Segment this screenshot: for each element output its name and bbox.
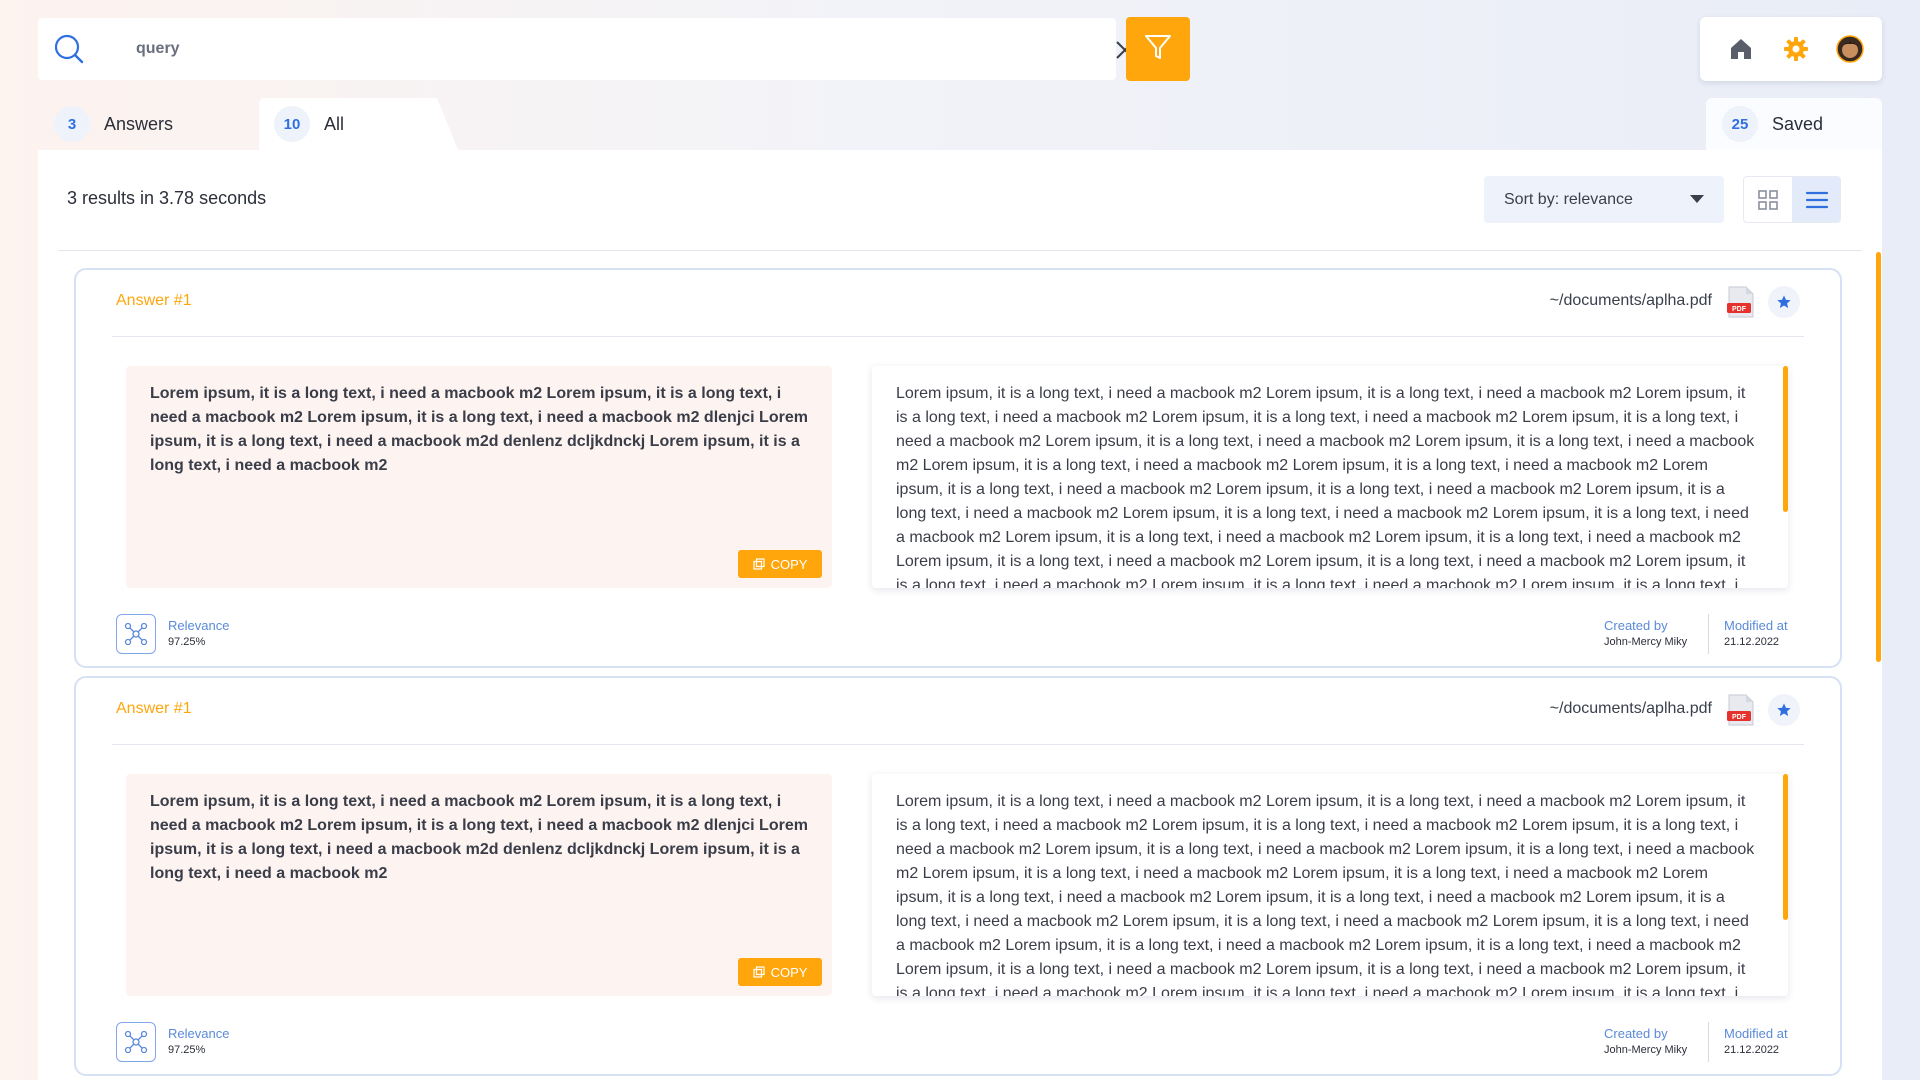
context-scrollbar[interactable] <box>1783 774 1788 920</box>
modified-at-label: Modified at <box>1724 618 1788 633</box>
relevance-label: Relevance <box>168 618 230 633</box>
star-icon <box>1777 703 1791 716</box>
context-text: Lorem ipsum, it is a long text, i need a… <box>872 774 1788 996</box>
tab-saved[interactable]: 25 Saved <box>1722 98 1823 150</box>
filter-icon <box>1142 31 1174 68</box>
modified-at-value: 21.12.2022 <box>1724 636 1780 648</box>
avatar[interactable] <box>1835 34 1865 64</box>
tab-all-label: All <box>324 113 345 134</box>
meta-divider <box>1708 614 1709 654</box>
context-text: Lorem ipsum, it is a long text, i need a… <box>872 366 1788 588</box>
created-by-label: Created by <box>1604 618 1668 633</box>
answer-card: Answer #1 ~/documents/aplha.pdf PDF Lore… <box>74 268 1842 668</box>
copy-icon <box>752 558 765 570</box>
answer-text: Lorem ipsum, it is a long text, i need a… <box>126 774 832 996</box>
created-by-value: John-Mercy Miky <box>1604 1044 1688 1056</box>
meta-divider <box>1708 1022 1709 1062</box>
copy-label: COPY <box>770 964 808 980</box>
copy-label: COPY <box>770 556 808 572</box>
sort-label: Sort by: relevance <box>1504 190 1633 208</box>
svg-text:PDF: PDF <box>1732 306 1747 313</box>
sort-dropdown[interactable]: Sort by: relevance <box>1484 176 1724 223</box>
chevron-down-icon <box>1690 195 1704 203</box>
context-scrollbar[interactable] <box>1783 366 1788 512</box>
star-icon <box>1777 295 1791 308</box>
svg-text:PDF: PDF <box>1732 714 1747 721</box>
search-bar: query <box>38 18 1153 80</box>
pdf-file-icon[interactable]: PDF <box>1726 285 1756 319</box>
card-divider <box>112 336 1804 337</box>
answer-title: Answer #1 <box>116 700 192 717</box>
tab-answers-count: 3 <box>54 106 90 142</box>
relevance-value: 97.25% <box>168 636 206 648</box>
relevance-value: 97.25% <box>168 1044 206 1056</box>
modified-at-value: 21.12.2022 <box>1724 1044 1780 1056</box>
tab-answers[interactable]: 3 Answers <box>54 98 173 150</box>
tab-saved-label: Saved <box>1772 113 1824 134</box>
grid-view-icon[interactable] <box>1744 177 1792 222</box>
file-path[interactable]: ~/documents/aplha.pdf <box>1550 700 1712 718</box>
relevance-label: Relevance <box>168 1026 230 1041</box>
modified-at-label: Modified at <box>1724 1026 1788 1041</box>
home-icon[interactable] <box>1726 34 1756 64</box>
view-toggle <box>1743 176 1841 223</box>
answer-card: Answer #1 ~/documents/aplha.pdf PDF Lore… <box>74 676 1842 1076</box>
save-star-button[interactable] <box>1768 694 1800 726</box>
copy-button[interactable]: COPY <box>738 550 822 578</box>
tab-saved-count: 25 <box>1722 106 1758 142</box>
search-input[interactable]: query <box>136 40 180 58</box>
file-path[interactable]: ~/documents/aplha.pdf <box>1550 292 1712 310</box>
created-by-value: John-Mercy Miky <box>1604 636 1688 648</box>
results-summary: 3 results in 3.78 seconds <box>67 188 267 208</box>
top-navigation <box>1700 17 1882 81</box>
filter-button[interactable] <box>1126 17 1190 81</box>
tab-answers-label: Answers <box>104 113 174 134</box>
results-scrollbar[interactable] <box>1876 252 1881 662</box>
copy-icon <box>752 966 765 978</box>
save-star-button[interactable] <box>1768 286 1800 318</box>
pdf-file-icon[interactable]: PDF <box>1726 693 1756 727</box>
answer-title: Answer #1 <box>116 292 192 309</box>
search-icon <box>50 30 90 70</box>
network-icon <box>116 1022 156 1062</box>
card-divider <box>112 744 1804 745</box>
tab-all[interactable]: 10 All <box>274 98 344 150</box>
gear-icon[interactable] <box>1781 34 1811 64</box>
tab-all-count: 10 <box>274 106 310 142</box>
answer-text: Lorem ipsum, it is a long text, i need a… <box>126 366 832 588</box>
list-view-icon[interactable] <box>1792 177 1840 222</box>
copy-button[interactable]: COPY <box>738 958 822 986</box>
network-icon <box>116 614 156 654</box>
panel-divider <box>58 250 1862 251</box>
created-by-label: Created by <box>1604 1026 1668 1041</box>
